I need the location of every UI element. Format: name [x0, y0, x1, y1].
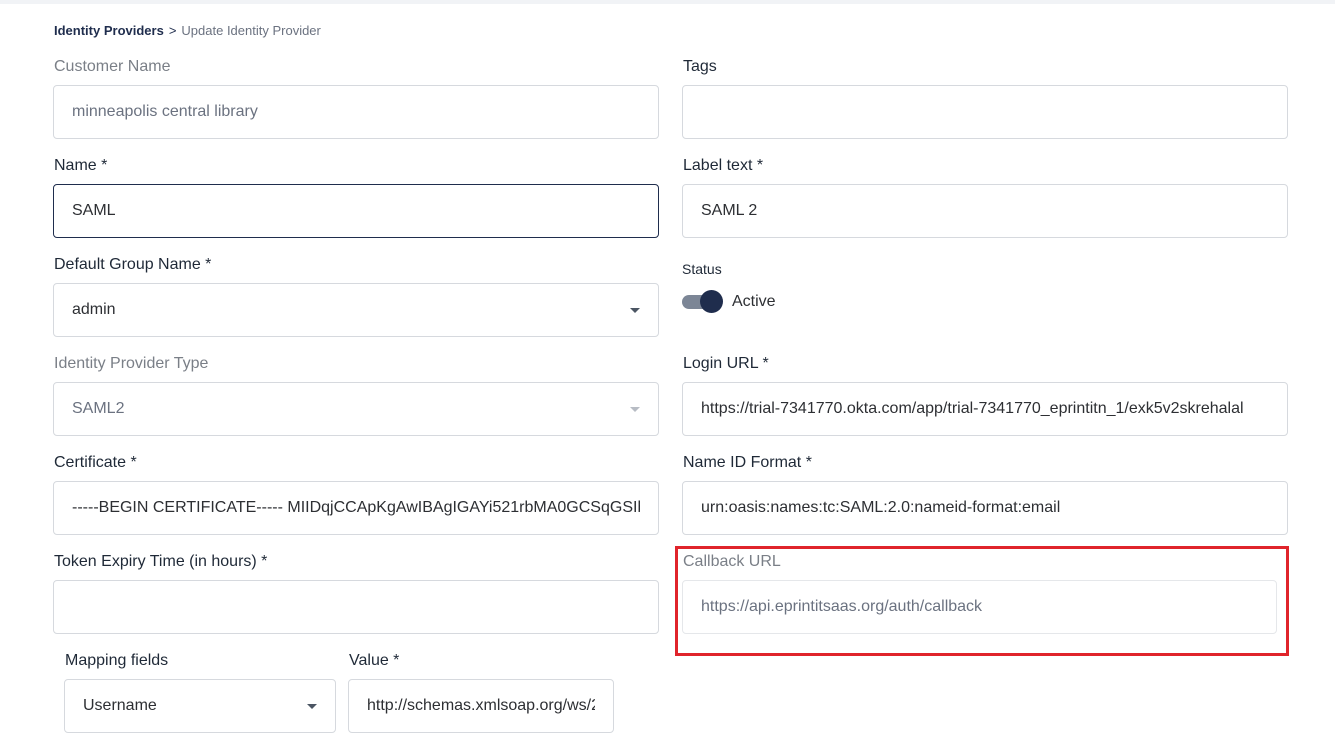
token-expiry-input[interactable]	[53, 580, 659, 634]
chevron-down-icon	[630, 308, 640, 313]
tags-input[interactable]	[682, 85, 1288, 139]
login-url-input[interactable]: https://trial-7341770.okta.com/app/trial…	[682, 382, 1288, 436]
name-value: SAML	[72, 202, 116, 219]
certificate-value: -----BEGIN CERTIFICATE----- MIIDqjCCApKg…	[72, 499, 640, 516]
idp-type-value: SAML2	[72, 400, 125, 417]
login-url-value: https://trial-7341770.okta.com/app/trial…	[701, 400, 1244, 417]
default-group-label: Default Group Name *	[54, 256, 212, 273]
default-group-select[interactable]: admin	[53, 283, 659, 337]
customer-name-value: minneapolis central library	[72, 103, 258, 120]
breadcrumb-identity-providers-link[interactable]: Identity Providers	[54, 23, 164, 38]
name-id-format-input[interactable]: urn:oasis:names:tc:SAML:2.0:nameid-forma…	[682, 481, 1288, 535]
breadcrumb: Identity Providers > Update Identity Provi…	[54, 23, 321, 38]
breadcrumb-current: Update Identity Provider	[181, 23, 321, 38]
status-toggle[interactable]	[682, 290, 724, 314]
mapping-fields-select[interactable]: Username	[64, 679, 336, 733]
breadcrumb-separator: >	[168, 23, 177, 38]
label-text-input[interactable]: SAML 2	[682, 184, 1288, 238]
name-label: Name *	[54, 157, 108, 174]
default-group-value: admin	[72, 301, 116, 318]
toggle-knob	[700, 290, 723, 313]
chevron-down-icon	[307, 704, 317, 709]
mapping-fields-value: Username	[83, 697, 157, 714]
top-divider	[0, 0, 1335, 4]
mapping-value-input[interactable]: http://schemas.xmlsoap.org/ws/2005/05/id…	[348, 679, 614, 733]
tags-label: Tags	[683, 58, 717, 75]
label-text-label: Label text *	[683, 157, 764, 174]
callback-url-highlight	[675, 546, 1289, 656]
mapping-fields-label: Mapping fields	[65, 652, 169, 669]
idp-type-select: SAML2	[53, 382, 659, 436]
chevron-down-icon	[630, 407, 640, 412]
certificate-label: Certificate *	[54, 454, 137, 471]
token-expiry-label: Token Expiry Time (in hours) *	[54, 553, 268, 570]
mapping-value-label: Value *	[349, 652, 400, 669]
customer-name-field: minneapolis central library	[53, 85, 659, 139]
idp-type-label: Identity Provider Type	[54, 355, 209, 372]
label-text-value: SAML 2	[701, 202, 758, 219]
login-url-label: Login URL *	[683, 355, 769, 372]
certificate-input[interactable]: -----BEGIN CERTIFICATE----- MIIDqjCCApKg…	[53, 481, 659, 535]
name-id-format-value: urn:oasis:names:tc:SAML:2.0:nameid-forma…	[701, 499, 1061, 516]
name-input[interactable]: SAML	[53, 184, 659, 238]
mapping-value-value: http://schemas.xmlsoap.org/ws/2005/05/id…	[367, 697, 595, 714]
name-id-format-label: Name ID Format *	[683, 454, 812, 471]
status-value: Active	[732, 293, 776, 310]
status-label: Status	[682, 261, 722, 277]
customer-name-label: Customer Name	[54, 58, 171, 75]
